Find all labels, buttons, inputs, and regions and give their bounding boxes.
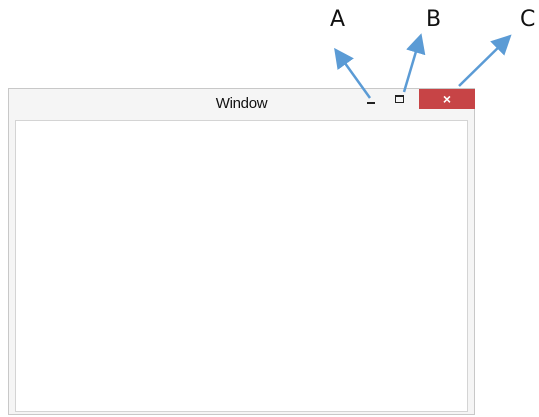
arrow-c (458, 34, 512, 87)
annotation-arrows (334, 33, 512, 99)
arrow-a (334, 47, 372, 99)
arrow-b (402, 33, 426, 93)
stage: Window × A B C (0, 0, 539, 417)
